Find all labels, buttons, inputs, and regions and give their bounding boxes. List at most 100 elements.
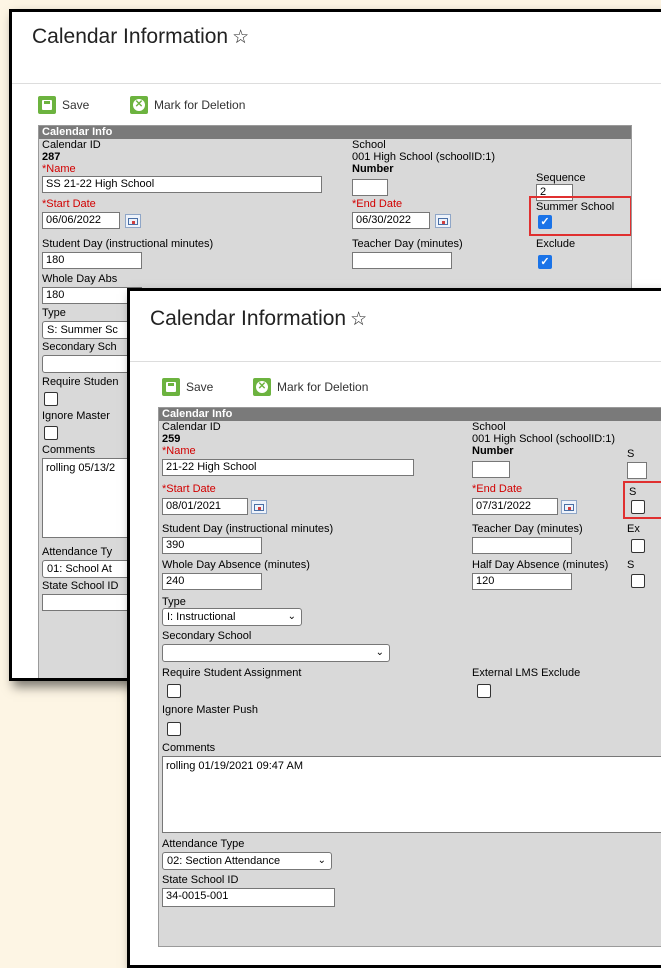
exclude-label: Exclude <box>536 238 576 250</box>
student-day-label: Student Day (instructional minutes) <box>42 238 214 250</box>
teacher-day-input[interactable] <box>472 537 572 554</box>
start-date-input[interactable]: 06/06/2022 <box>42 212 120 229</box>
teacher-day-label: Teacher Day (minutes) <box>472 523 583 535</box>
require-student-checkbox[interactable] <box>167 684 181 698</box>
half-day-label: Half Day Absence (minutes) <box>472 559 609 571</box>
state-school-id-label: State School ID <box>162 874 239 886</box>
ignore-master-label: Ignore Master <box>42 410 110 422</box>
half-day-input[interactable]: 120 <box>472 573 572 590</box>
attendance-type-select[interactable]: 02: Section Attendance ⌄ <box>162 852 332 870</box>
secondary-school-label: Secondary School <box>162 630 252 642</box>
school-value: 001 High School (schoolID:1) <box>472 433 616 445</box>
whole-day-input[interactable]: 240 <box>162 573 262 590</box>
save-icon <box>162 378 180 396</box>
save-icon <box>38 96 56 114</box>
mark-for-deletion-button[interactable]: ✕ Mark for Deletion <box>253 378 368 396</box>
start-date-input[interactable]: 08/01/2021 <box>162 498 248 515</box>
teacher-day-label: Teacher Day (minutes) <box>352 238 463 250</box>
end-date-input[interactable]: 07/31/2022 <box>472 498 558 515</box>
start-date-label: *Start Date <box>42 198 96 210</box>
secondary-school-select[interactable]: ⌄ <box>162 644 390 662</box>
save-label: Save <box>186 380 214 394</box>
sequence-input[interactable] <box>627 462 647 479</box>
calendar-id-value: 259 <box>162 433 181 445</box>
panel-header: Calendar Info <box>159 408 661 421</box>
require-student-checkbox[interactable] <box>44 392 58 406</box>
exclude-label-cut: Ex <box>627 523 640 535</box>
comments-textarea[interactable]: rolling 01/19/2021 09:47 AM <box>162 756 661 833</box>
cut-checkbox[interactable] <box>631 574 645 588</box>
ignore-master-label: Ignore Master Push <box>162 704 258 716</box>
number-input[interactable] <box>352 179 388 196</box>
mark-for-deletion-button[interactable]: ✕ Mark for Deletion <box>130 96 245 114</box>
student-day-label: Student Day (instructional minutes) <box>162 523 334 535</box>
end-date-label: *End Date <box>472 483 523 495</box>
name-input[interactable]: SS 21-22 High School <box>42 176 322 193</box>
type-label: Type <box>162 596 186 608</box>
calendar-icon[interactable] <box>561 500 577 514</box>
star-icon[interactable]: ☆ <box>232 27 249 48</box>
attendance-type-label: Attendance Type <box>162 838 245 850</box>
star-icon[interactable]: ☆ <box>350 309 367 330</box>
page-title: Calendar Information ☆ <box>150 307 368 330</box>
chevron-down-icon: ⌄ <box>317 855 326 866</box>
calendar-id-label: Calendar ID <box>162 421 221 433</box>
start-date-label: *Start Date <box>162 483 216 495</box>
ignore-master-checkbox[interactable] <box>44 426 58 440</box>
save-label: Save <box>62 98 90 112</box>
student-day-input[interactable]: 390 <box>162 537 262 554</box>
end-date-input[interactable]: 06/30/2022 <box>352 212 430 229</box>
sequence-label: Sequence <box>536 172 586 184</box>
panel-header: Calendar Info <box>39 126 631 139</box>
secondary-school-label: Secondary Sch <box>42 341 117 353</box>
delete-icon: ✕ <box>253 378 271 396</box>
comments-label: Comments <box>42 444 96 456</box>
state-school-id-label: State School ID <box>42 580 119 592</box>
highlight-box <box>623 481 661 519</box>
calendar-icon[interactable] <box>251 500 267 514</box>
state-school-id-input[interactable]: 34-0015-001 <box>162 888 335 907</box>
save-button[interactable]: Save <box>38 96 89 114</box>
exclude-checkbox[interactable] <box>631 539 645 553</box>
title-divider <box>130 361 661 362</box>
comments-label: Comments <box>162 742 216 754</box>
teacher-day-input[interactable] <box>352 252 452 269</box>
whole-day-label: Whole Day Absence (minutes) <box>162 559 310 571</box>
sequence-label-cut: S <box>627 448 635 460</box>
save-button[interactable]: Save <box>162 378 213 396</box>
exclude-checkbox[interactable]: ✓ <box>538 255 552 269</box>
ignore-master-checkbox[interactable] <box>167 722 181 736</box>
title-divider <box>12 83 661 84</box>
highlight-box <box>529 196 631 236</box>
whole-day-label: Whole Day Abs <box>42 273 118 285</box>
number-label: Number <box>352 163 394 175</box>
type-label: Type <box>42 307 66 319</box>
mark-for-deletion-label: Mark for Deletion <box>277 380 369 394</box>
end-date-label: *End Date <box>352 198 403 210</box>
school-value: 001 High School (schoolID:1) <box>352 151 496 163</box>
school-label: School <box>472 421 506 433</box>
name-label: *Name <box>42 163 76 175</box>
delete-icon: ✕ <box>130 96 148 114</box>
name-input[interactable]: 21-22 High School <box>162 459 414 476</box>
number-label: Number <box>472 445 514 457</box>
calendar-icon[interactable] <box>435 214 451 228</box>
require-student-label: Require Studen <box>42 376 119 388</box>
chevron-down-icon: ⌄ <box>375 647 384 658</box>
type-select[interactable]: I: Instructional ⌄ <box>162 608 302 626</box>
calendar-id-label: Calendar ID <box>42 139 101 151</box>
lms-exclude-checkbox[interactable] <box>477 684 491 698</box>
lms-exclude-label: External LMS Exclude <box>472 667 581 679</box>
calendar-icon[interactable] <box>125 214 141 228</box>
attendance-type-label: Attendance Ty <box>42 546 113 558</box>
require-student-label: Require Student Assignment <box>162 667 302 679</box>
student-day-input[interactable]: 180 <box>42 252 142 269</box>
calendar-window-front: Calendar Information ☆ Save ✕ Mark for De… <box>127 288 661 968</box>
cut-label: S <box>627 559 635 571</box>
checkmark-icon: ✓ <box>540 256 550 268</box>
number-input[interactable] <box>472 461 510 478</box>
mark-for-deletion-label: Mark for Deletion <box>154 98 246 112</box>
calendar-info-panel: Calendar Info Calendar ID 259 School 001… <box>158 407 661 947</box>
calendar-id-value: 287 <box>42 151 61 163</box>
chevron-down-icon: ⌄ <box>287 611 296 622</box>
